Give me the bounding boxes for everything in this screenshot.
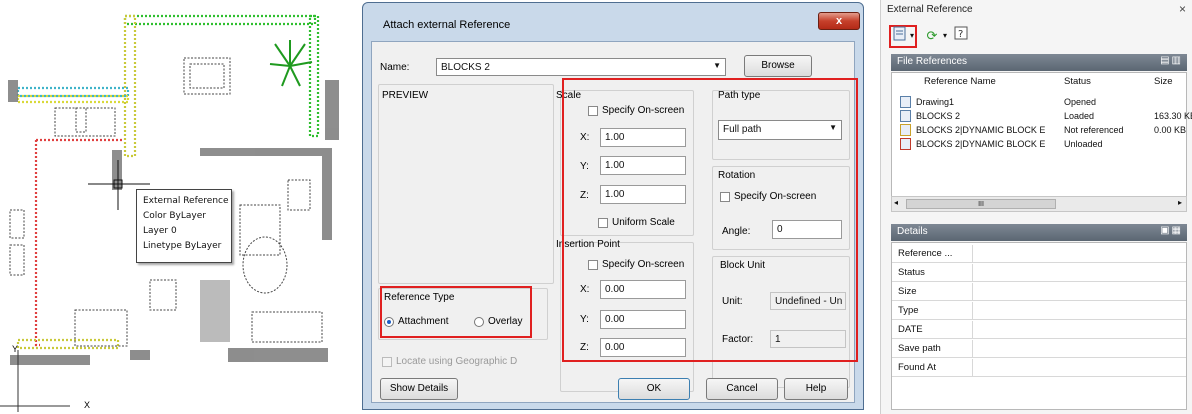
browse-button[interactable]: Browse <box>744 55 812 77</box>
close-button[interactable]: x <box>818 12 860 30</box>
details-label: Save path <box>898 343 941 354</box>
details-view-icon[interactable]: ▣▦ <box>1160 225 1183 236</box>
cancel-button[interactable]: Cancel <box>706 378 778 400</box>
highlight-box-reference-type <box>380 286 532 338</box>
svg-text:?: ? <box>958 29 963 40</box>
details-row: Status <box>892 264 1186 282</box>
details-label: DATE <box>898 324 923 335</box>
details-title: Details <box>897 226 928 237</box>
tooltip-linetype: Linetype ByLayer <box>143 241 222 251</box>
row-status: Opened <box>1064 97 1097 107</box>
table-row[interactable]: BLOCKS 2|DYNAMIC BLOCK E Unloaded <box>892 137 1186 151</box>
xref-tooltip: External Reference Color ByLayer Layer 0… <box>136 189 232 263</box>
file-references-title: File References <box>897 56 968 67</box>
geo-checkbox[interactable] <box>382 357 392 367</box>
tooltip-color: Color ByLayer <box>143 211 206 221</box>
horizontal-scrollbar[interactable]: ◂ III ▸ <box>891 196 1187 212</box>
details-row: Reference ... <box>892 245 1186 263</box>
row-status: Loaded <box>1064 111 1095 121</box>
highlight-box-settings <box>562 78 858 362</box>
external-reference-palette: External Reference × ▾ ⟳ ▾ ? File Refere… <box>880 0 1192 414</box>
xref-file-icon <box>900 110 911 122</box>
list-view-icon[interactable]: ▤▥ <box>1160 55 1183 66</box>
scroll-right-icon[interactable]: ▸ <box>1178 198 1182 207</box>
warning-file-icon <box>900 124 911 136</box>
attach-dwg-icon[interactable] <box>892 26 908 46</box>
details-label: Reference ... <box>898 248 953 259</box>
row-size: 0.00 KB <box>1154 125 1187 135</box>
details-row: Found At <box>892 359 1186 377</box>
name-value: BLOCKS 2 <box>441 62 490 73</box>
help-button[interactable]: Help <box>784 378 848 400</box>
col-status[interactable]: Status <box>1064 73 1091 90</box>
ucs-y-label: Y <box>12 344 19 354</box>
details-grid: Reference ... Status Size Type DATE Save… <box>891 242 1187 410</box>
details-header: Details ▣▦ <box>891 224 1187 241</box>
file-references-list[interactable]: Reference Name Status Size Drawing1 Open… <box>891 72 1192 212</box>
close-icon[interactable]: × <box>1179 2 1186 16</box>
preview-area <box>378 84 554 284</box>
dialog-body: Name: BLOCKS 2 ▼ Browse PREVIEW Referenc… <box>371 41 858 403</box>
details-row: Type <box>892 302 1186 320</box>
table-row[interactable]: Drawing1 Opened <box>892 95 1186 109</box>
details-label: Size <box>898 286 917 297</box>
col-size[interactable]: Size <box>1154 73 1172 90</box>
chevron-down-icon[interactable]: ▾ <box>908 26 916 46</box>
scroll-left-icon[interactable]: ◂ <box>894 198 898 207</box>
chevron-down-icon[interactable]: ▾ <box>941 26 949 46</box>
tooltip-layer: Layer 0 <box>143 226 177 236</box>
ucs-x-label: X <box>84 400 91 410</box>
dialog-title: Attach external Reference <box>383 19 511 31</box>
name-label: Name: <box>380 62 410 73</box>
row-name: BLOCKS 2|DYNAMIC BLOCK E <box>916 125 1046 135</box>
drawing-file-icon <box>900 96 911 108</box>
tooltip-title: External Reference <box>143 196 229 206</box>
details-row: Save path <box>892 340 1186 358</box>
row-name: BLOCKS 2|DYNAMIC BLOCK E <box>916 139 1046 149</box>
row-status: Not referenced <box>1064 125 1124 135</box>
name-combo[interactable]: BLOCKS 2 ▼ <box>436 58 726 76</box>
refresh-icon[interactable]: ⟳ <box>923 26 941 46</box>
row-size: 163.30 KB <box>1154 111 1192 121</box>
details-label: Found At <box>898 362 937 373</box>
table-row[interactable]: BLOCKS 2|DYNAMIC BLOCK E Not referenced … <box>892 123 1186 137</box>
col-reference-name[interactable]: Reference Name <box>924 73 996 90</box>
chevron-down-icon: ▼ <box>713 61 721 70</box>
show-details-button[interactable]: Show Details <box>380 378 458 400</box>
attach-xref-dialog: Attach external Reference x Name: BLOCKS… <box>362 2 864 410</box>
help-icon[interactable]: ? <box>953 26 969 46</box>
row-status: Unloaded <box>1064 139 1103 149</box>
ok-button[interactable]: OK <box>618 378 690 400</box>
table-row[interactable]: BLOCKS 2 Loaded 163.30 KB <box>892 109 1192 123</box>
file-references-header: File References ▤▥ <box>891 54 1187 71</box>
geo-label: Locate using Geographic D <box>396 356 518 367</box>
row-name: Drawing1 <box>916 97 955 107</box>
palette-title: External Reference <box>887 4 973 15</box>
details-row: DATE <box>892 321 1186 339</box>
details-row: Size <box>892 283 1186 301</box>
row-name: BLOCKS 2 <box>916 111 961 121</box>
details-label: Status <box>898 267 925 278</box>
drawing-viewport[interactable]: Y X External Reference Color ByLayer Lay… <box>0 0 352 414</box>
unloaded-file-icon <box>900 138 911 150</box>
details-label: Type <box>898 305 919 316</box>
scroll-thumb[interactable]: III <box>906 199 1056 209</box>
